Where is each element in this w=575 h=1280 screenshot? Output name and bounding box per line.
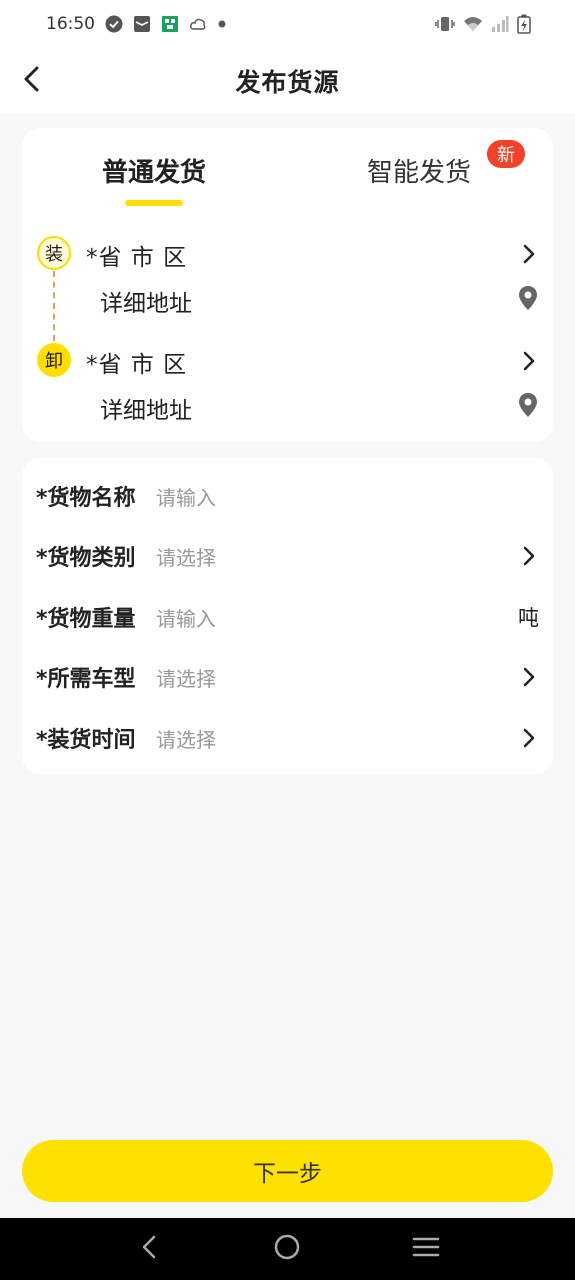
loading-time-label: *装货时间	[36, 728, 136, 753]
next-step-button[interactable]: 下一步	[22, 1140, 553, 1202]
tab-normal-shipping[interactable]: 普通发货	[102, 152, 206, 189]
check-circle-icon	[105, 15, 123, 33]
loading-time-row[interactable]: *装货时间 请选择	[22, 708, 553, 768]
goods-weight-row[interactable]: *货物重量 请输入 吨	[22, 587, 553, 647]
nav-back-button[interactable]	[129, 1229, 169, 1269]
cloud-icon	[189, 15, 207, 33]
unload-marker: 卸	[37, 343, 71, 377]
route-dashed-line	[53, 271, 55, 341]
chevron-right-icon[interactable]	[519, 242, 539, 266]
unload-region-selector[interactable]: *省 市 区	[86, 345, 187, 379]
vehicle-type-row[interactable]: *所需车型 请选择	[22, 647, 553, 707]
chevron-left-icon	[22, 65, 40, 97]
home-circle-icon	[273, 1233, 301, 1265]
location-pin-icon[interactable]	[517, 391, 539, 419]
wifi-icon	[463, 15, 483, 33]
status-bar: 16:50	[0, 0, 575, 48]
chevron-right-icon	[519, 726, 539, 750]
tab-smart-shipping[interactable]: 智能发货	[367, 152, 471, 189]
goods-name-row[interactable]: *货物名称 请输入	[22, 466, 553, 526]
dot-icon	[217, 19, 227, 29]
weight-unit: 吨	[518, 606, 539, 630]
page-title: 发布货源	[235, 68, 340, 97]
mail-icon	[133, 15, 151, 33]
app-notification-icon	[161, 15, 179, 33]
new-badge: 新	[487, 140, 525, 168]
goods-weight-input[interactable]: 请输入	[156, 603, 216, 632]
goods-category-select[interactable]: 请选择	[156, 542, 216, 571]
load-region-selector[interactable]: *省 市 区	[86, 238, 187, 272]
vehicle-type-label: *所需车型	[36, 667, 136, 692]
chevron-right-icon	[519, 544, 539, 568]
back-triangle-icon	[140, 1234, 158, 1264]
goods-info-card: *货物名称 请输入 *货物类别 请选择 *货物重量 请输入 吨 *所需车型 请选…	[22, 458, 553, 774]
chevron-right-icon	[519, 665, 539, 689]
load-detail-address-input[interactable]: 详细地址	[100, 284, 192, 318]
system-nav-bar	[0, 1218, 575, 1280]
back-button[interactable]	[14, 63, 48, 99]
address-card: 普通发货 智能发货 新 装 *省 市 区 详细地址 卸 *省 市 区 详细地址	[22, 128, 553, 442]
goods-category-label: *货物类别	[36, 546, 136, 571]
location-pin-icon[interactable]	[517, 284, 539, 312]
load-marker: 装	[37, 236, 71, 270]
goods-category-row[interactable]: *货物类别 请选择	[22, 526, 553, 586]
nav-recents-button[interactable]	[406, 1229, 446, 1269]
menu-lines-icon	[412, 1235, 440, 1263]
battery-charging-icon	[517, 14, 531, 34]
top-app-bar: 发布货源	[0, 48, 575, 114]
unload-detail-address-input[interactable]: 详细地址	[100, 391, 192, 425]
loading-time-select[interactable]: 请选择	[156, 724, 216, 753]
signal-icon	[491, 15, 509, 33]
vehicle-type-select[interactable]: 请选择	[156, 663, 216, 692]
goods-weight-label: *货物重量	[36, 607, 136, 632]
chevron-right-icon[interactable]	[519, 349, 539, 373]
vibrate-icon	[435, 15, 455, 33]
nav-home-button[interactable]	[267, 1229, 307, 1269]
tab-active-indicator	[125, 200, 183, 206]
status-time: 16:50	[46, 14, 95, 34]
goods-name-label: *货物名称	[36, 486, 136, 511]
goods-name-input[interactable]: 请输入	[156, 482, 216, 511]
